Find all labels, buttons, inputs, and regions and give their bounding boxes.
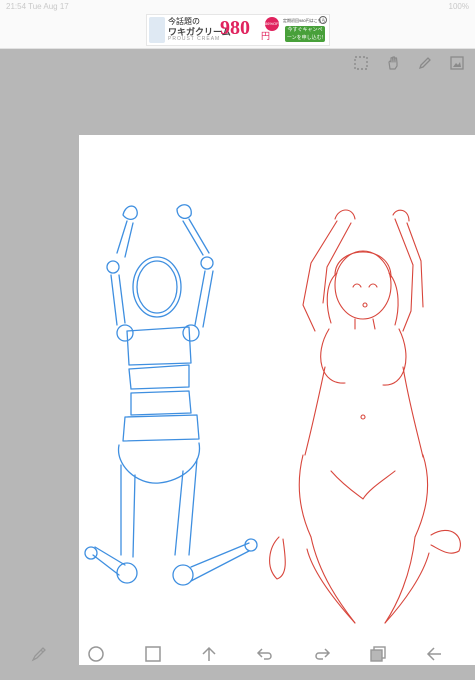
selection-icon[interactable] — [353, 55, 369, 71]
undo-icon[interactable] — [255, 644, 275, 664]
ad-discount-badge: 86%OFF — [265, 17, 281, 31]
ad-currency: 円 — [261, 31, 271, 41]
status-bar: 21:54 Tue Aug 17 100% — [0, 0, 475, 14]
square-tool-icon[interactable] — [143, 644, 163, 664]
top-toolbar — [335, 52, 475, 74]
ad-price: 980 — [220, 17, 250, 39]
layers-icon[interactable] — [449, 55, 465, 71]
status-battery: 100% — [448, 2, 469, 11]
ad-product-image — [149, 17, 165, 43]
redo-icon[interactable] — [312, 644, 332, 664]
ad-brand: PROUST CREAM — [168, 36, 221, 42]
layers-stack-icon[interactable] — [368, 644, 388, 664]
ad-info-icon[interactable]: i — [319, 16, 327, 24]
eyedropper-icon[interactable] — [29, 644, 49, 664]
bottom-toolbar — [0, 636, 475, 670]
status-time-date: 21:54 Tue Aug 17 — [6, 2, 69, 11]
blue-mannequin-sketch — [84, 204, 258, 586]
arrow-up-icon[interactable] — [199, 644, 219, 664]
hand-icon[interactable] — [385, 55, 401, 71]
back-arrow-icon[interactable] — [424, 644, 444, 664]
circle-tool-icon[interactable] — [86, 644, 106, 664]
red-figure-sketch — [269, 209, 461, 624]
ad-banner-area: 今話題の ワキガクリーム PROUST CREAM 980 円 86%OFF 定… — [0, 14, 475, 49]
ad-banner[interactable]: 今話題の ワキガクリーム PROUST CREAM 980 円 86%OFF 定… — [146, 14, 330, 46]
pen-icon[interactable] — [417, 55, 433, 71]
drawing-canvas[interactable] — [79, 135, 475, 665]
ad-cta-button[interactable]: 今すぐキャンペーンを申し込む! — [285, 26, 325, 42]
